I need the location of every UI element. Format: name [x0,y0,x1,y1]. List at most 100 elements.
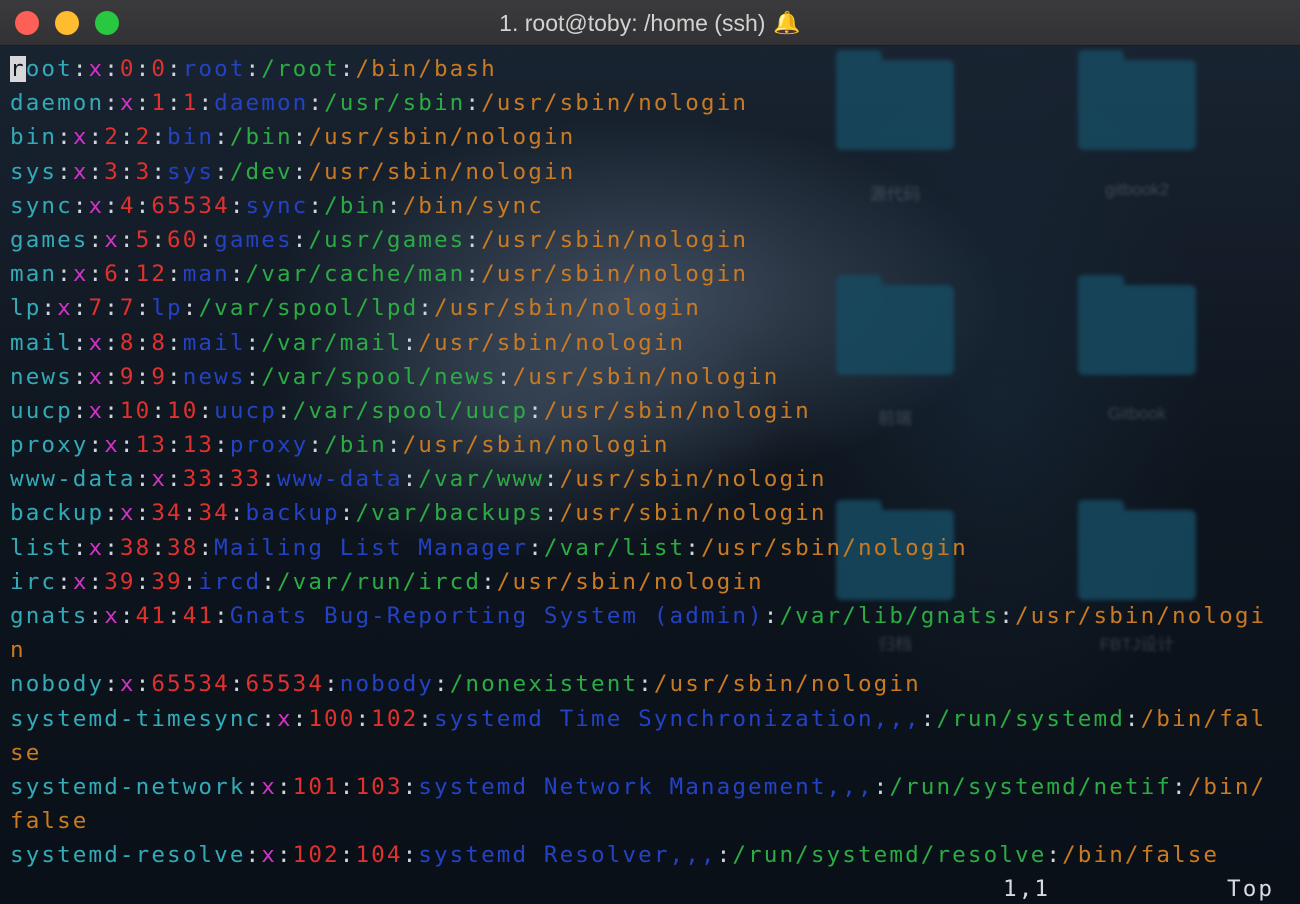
passwd-gecos: Gnats Bug-Reporting System (admin) [229,603,764,629]
passwd-home: /var/backups [355,500,544,527]
terminal-line: se [10,736,1296,770]
passwd-separator: : [135,500,152,527]
passwd-username: games [10,226,89,253]
passwd-password: x [104,226,120,253]
terminal-line: backup:x:34:34:backup:/var/backups:/usr/… [10,496,1296,530]
passwd-home: /var/spool/lpd [198,295,419,322]
passwd-separator: : [308,432,325,459]
passwd-gid: 39 [151,568,183,595]
window-title: 1. root@toby: /home (ssh) 🔔 [0,0,1300,45]
passwd-password: x [88,534,105,561]
passwd-separator: : [104,397,120,424]
passwd-separator: : [88,261,105,288]
passwd-uid: 39 [104,568,136,595]
passwd-separator: : [72,295,89,322]
passwd-gecos: games [214,226,293,253]
passwd-gecos: systemd Time Synchronization,,, [433,705,921,732]
passwd-separator: : [119,603,136,629]
passwd-separator: : [496,363,513,390]
passwd-password: x [88,397,105,424]
passwd-separator: : [638,671,654,698]
passwd-separator: : [465,261,482,288]
passwd-shell: /bin/bash [355,56,497,82]
passwd-gid: 12 [135,261,168,288]
close-button[interactable] [15,11,39,35]
passwd-separator: : [104,192,120,219]
terminal-output[interactable]: root:x:0:0:root:/root:/bin/bash daemon:x:… [10,52,1296,898]
passwd-password: x [72,261,89,288]
passwd-password: x [151,466,168,493]
passwd-gecos: root [182,56,246,82]
passwd-gid: 13 [182,432,215,459]
zoom-button[interactable] [95,11,119,35]
passwd-gid: 8 [151,329,168,356]
passwd-shell: /usr/sbin/nologin [559,500,827,527]
passwd-separator: : [151,397,168,424]
passwd-separator: : [104,329,120,356]
terminal-line: false [10,804,1296,838]
passwd-gecos: www-data [276,466,403,493]
passwd-separator: : [88,124,105,151]
passwd-home: /var/run/ircd [276,568,482,595]
passwd-gid: 3 [135,158,152,185]
passwd-separator: : [339,842,356,869]
passwd-separator: : [292,226,309,253]
passwd-password: x [72,124,89,151]
passwd-separator: : [135,466,152,493]
passwd-shell: /usr/sbin/nologin [559,466,827,493]
passwd-password: x [57,295,73,322]
passwd-username: man [10,261,58,288]
passwd-separator: : [135,568,152,595]
terminal-line: sync:x:4:65534:sync:/bin:/bin/sync [10,189,1296,223]
passwd-gecos: daemon [214,90,309,117]
passwd-shell: /bin/false [1062,842,1220,869]
terminal-line: proxy:x:13:13:proxy:/bin:/usr/sbin/nolog… [10,428,1296,462]
passwd-separator: : [88,158,105,185]
passwd-separator: : [214,432,230,459]
passwd-separator: : [135,56,152,82]
passwd-separator: : [104,363,120,390]
passwd-separator: : [1124,705,1141,732]
passwd-uid: 101 [292,773,340,800]
scroll-indicator: Top [1227,876,1275,902]
passwd-separator: : [339,773,356,800]
passwd-separator: : [167,261,183,288]
passwd-separator: : [104,534,120,561]
passwd-password: x [119,90,136,117]
passwd-shell: /usr/sbin/nologin [700,534,968,561]
terminal-line: uucp:x:10:10:uucp:/var/spool/uucp:/usr/s… [10,394,1296,428]
passwd-separator: : [402,842,419,869]
passwd-separator: : [402,773,419,800]
passwd-separator: : [543,500,560,527]
terminal-line: bin:x:2:2:bin:/bin:/usr/sbin/nologin [10,120,1296,154]
minimize-button[interactable] [55,11,79,35]
passwd-separator: : [465,226,482,253]
passwd-separator: : [324,671,340,698]
passwd-shell: /usr/sbin/nologin [543,397,811,424]
passwd-separator: : [151,534,168,561]
terminal-line: list:x:38:38:Mailing List Manager:/var/l… [10,531,1296,565]
passwd-shell: /bin/ [1187,773,1267,800]
terminal-line: systemd-timesync:x:100:102:systemd Time … [10,702,1296,736]
passwd-separator: : [151,226,168,253]
passwd-gid: 10 [167,397,199,424]
terminal-window: 源代码 gitbook2 前端 Gitbook 归档 FBTJ设计 1. roo… [0,0,1300,904]
passwd-separator: : [104,295,120,322]
passwd-uid: 34 [151,500,183,527]
passwd-home: /var/lib/gnats [779,603,1000,629]
passwd-username: sys [10,158,58,185]
passwd-uid: 0 [119,56,136,82]
passwd-shell: /bin/sync [402,192,544,219]
passwd-separator: : [88,432,105,459]
passwd-uid: 4 [119,192,136,219]
passwd-gid: 41 [182,603,215,629]
passwd-separator: : [418,705,434,732]
passwd-separator: : [57,568,73,595]
passwd-username: backup [10,500,105,527]
passwd-separator: : [57,261,73,288]
passwd-separator: : [41,295,58,322]
passwd-separator: : [182,500,199,527]
passwd-home: /bin [229,124,293,151]
title-bar[interactable]: 1. root@toby: /home (ssh) 🔔 [0,0,1300,46]
passwd-password: x [119,500,136,527]
